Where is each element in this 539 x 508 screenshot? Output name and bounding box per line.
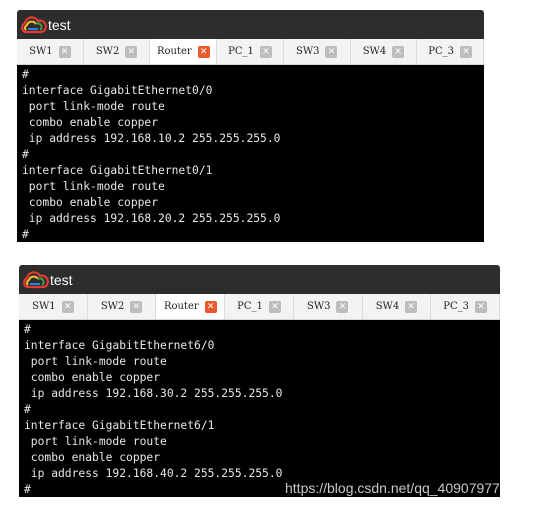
- terminal-line: port link-mode route: [24, 435, 167, 448]
- tab-pc3[interactable]: PC_3 ✕: [431, 294, 500, 319]
- tab-label: SW1: [29, 46, 53, 57]
- tab-label: SW3: [306, 301, 331, 312]
- terminal-line: #: [22, 148, 29, 161]
- tab-pc1[interactable]: PC_1 ✕: [225, 294, 294, 319]
- terminal-line: interface GigabitEthernet0/1: [22, 164, 213, 177]
- terminal-line: combo enable copper: [22, 196, 159, 209]
- tab-label: Router: [156, 46, 192, 57]
- tab-sw2[interactable]: SW2 ✕: [83, 39, 151, 64]
- terminal-line: port link-mode route: [22, 180, 165, 193]
- tab-router[interactable]: Router ✕: [150, 39, 218, 64]
- watermark-url: https://blog.csdn.net/qq_40907977: [285, 480, 500, 496]
- terminal-line: ip address 192.168.30.2 255.255.255.0: [24, 387, 283, 400]
- close-icon[interactable]: ✕: [197, 45, 210, 58]
- terminal-line: ip address 192.168.20.2 255.255.255.0: [22, 212, 281, 225]
- close-icon[interactable]: ✕: [58, 45, 71, 58]
- close-icon[interactable]: ✕: [125, 45, 138, 58]
- terminal-line: interface GigabitEthernet0/0: [22, 84, 213, 97]
- tab-sw2[interactable]: SW2 ✕: [87, 294, 157, 319]
- tab-sw4[interactable]: SW4 ✕: [362, 294, 432, 319]
- close-icon[interactable]: ✕: [268, 300, 281, 313]
- terminal-line: interface GigabitEthernet6/0: [24, 339, 215, 352]
- window-title: test: [50, 271, 73, 288]
- cloud-logo-icon: [21, 15, 47, 33]
- tab-bar: SW1 ✕ SW2 ✕ Router ✕ PC_1 ✕ SW3 ✕ SW4 ✕ …: [17, 39, 484, 65]
- terminal-line: port link-mode route: [22, 100, 165, 113]
- tab-sw1[interactable]: SW1 ✕: [17, 39, 84, 64]
- cloud-logo-icon: [23, 270, 49, 288]
- tab-label: SW4: [375, 301, 400, 312]
- terminal-line: interface GigabitEthernet6/1: [24, 419, 215, 432]
- tab-sw3[interactable]: SW3 ✕: [293, 294, 363, 319]
- tab-label: SW2: [100, 301, 125, 312]
- close-icon[interactable]: ✕: [392, 45, 405, 58]
- tab-router[interactable]: Router ✕: [156, 294, 226, 319]
- tab-label: SW4: [362, 46, 387, 57]
- terminal-line: #: [24, 403, 31, 416]
- terminal-console[interactable]: # interface GigabitEthernet0/0 port link…: [17, 65, 484, 242]
- tab-label: PC_3: [443, 301, 470, 312]
- tab-sw1[interactable]: SW1 ✕: [19, 294, 88, 319]
- terminal-window-1: test SW1 ✕ SW2 ✕ Router ✕ PC_1 ✕ SW3 ✕ S…: [17, 10, 484, 242]
- window-titlebar: test: [19, 265, 500, 294]
- tab-label: SW3: [295, 46, 320, 57]
- terminal-line: combo enable copper: [24, 451, 161, 464]
- close-icon[interactable]: ✕: [61, 300, 74, 313]
- tab-label: Router: [163, 301, 199, 312]
- terminal-line: port link-mode route: [24, 355, 167, 368]
- terminal-line: #: [22, 68, 29, 81]
- terminal-line: combo enable copper: [22, 116, 159, 129]
- tab-pc1[interactable]: PC_1 ✕: [217, 39, 284, 64]
- close-icon[interactable]: ✕: [204, 300, 217, 313]
- close-icon[interactable]: ✕: [460, 45, 473, 58]
- tab-sw4[interactable]: SW4 ✕: [350, 39, 418, 64]
- close-icon[interactable]: ✕: [130, 300, 143, 313]
- terminal-line: ip address 192.168.10.2 255.255.255.0: [22, 132, 281, 145]
- close-icon[interactable]: ✕: [475, 300, 488, 313]
- close-icon[interactable]: ✕: [336, 300, 349, 313]
- tab-label: PC_3: [428, 46, 455, 57]
- tab-label: SW1: [32, 301, 56, 312]
- tab-pc3[interactable]: PC_3 ✕: [417, 39, 484, 64]
- terminal-line: combo enable copper: [24, 371, 161, 384]
- close-icon[interactable]: ✕: [325, 45, 338, 58]
- window-titlebar: test: [17, 10, 484, 39]
- tab-label: SW2: [95, 46, 120, 57]
- tab-label: PC_1: [228, 46, 254, 57]
- close-icon[interactable]: ✕: [405, 300, 418, 313]
- tab-label: PC_1: [237, 301, 263, 312]
- window-title: test: [48, 16, 71, 33]
- tab-sw3[interactable]: SW3 ✕: [283, 39, 351, 64]
- terminal-window-2: test SW1 ✕ SW2 ✕ Router ✕ PC_1 ✕ SW3 ✕ S…: [19, 265, 500, 497]
- tab-bar: SW1 ✕ SW2 ✕ Router ✕ PC_1 ✕ SW3 ✕ SW4 ✕ …: [19, 294, 500, 320]
- close-icon[interactable]: ✕: [259, 45, 272, 58]
- terminal-line: #: [24, 323, 31, 336]
- terminal-console[interactable]: # interface GigabitEthernet6/0 port link…: [19, 320, 500, 497]
- terminal-line: #: [22, 228, 29, 241]
